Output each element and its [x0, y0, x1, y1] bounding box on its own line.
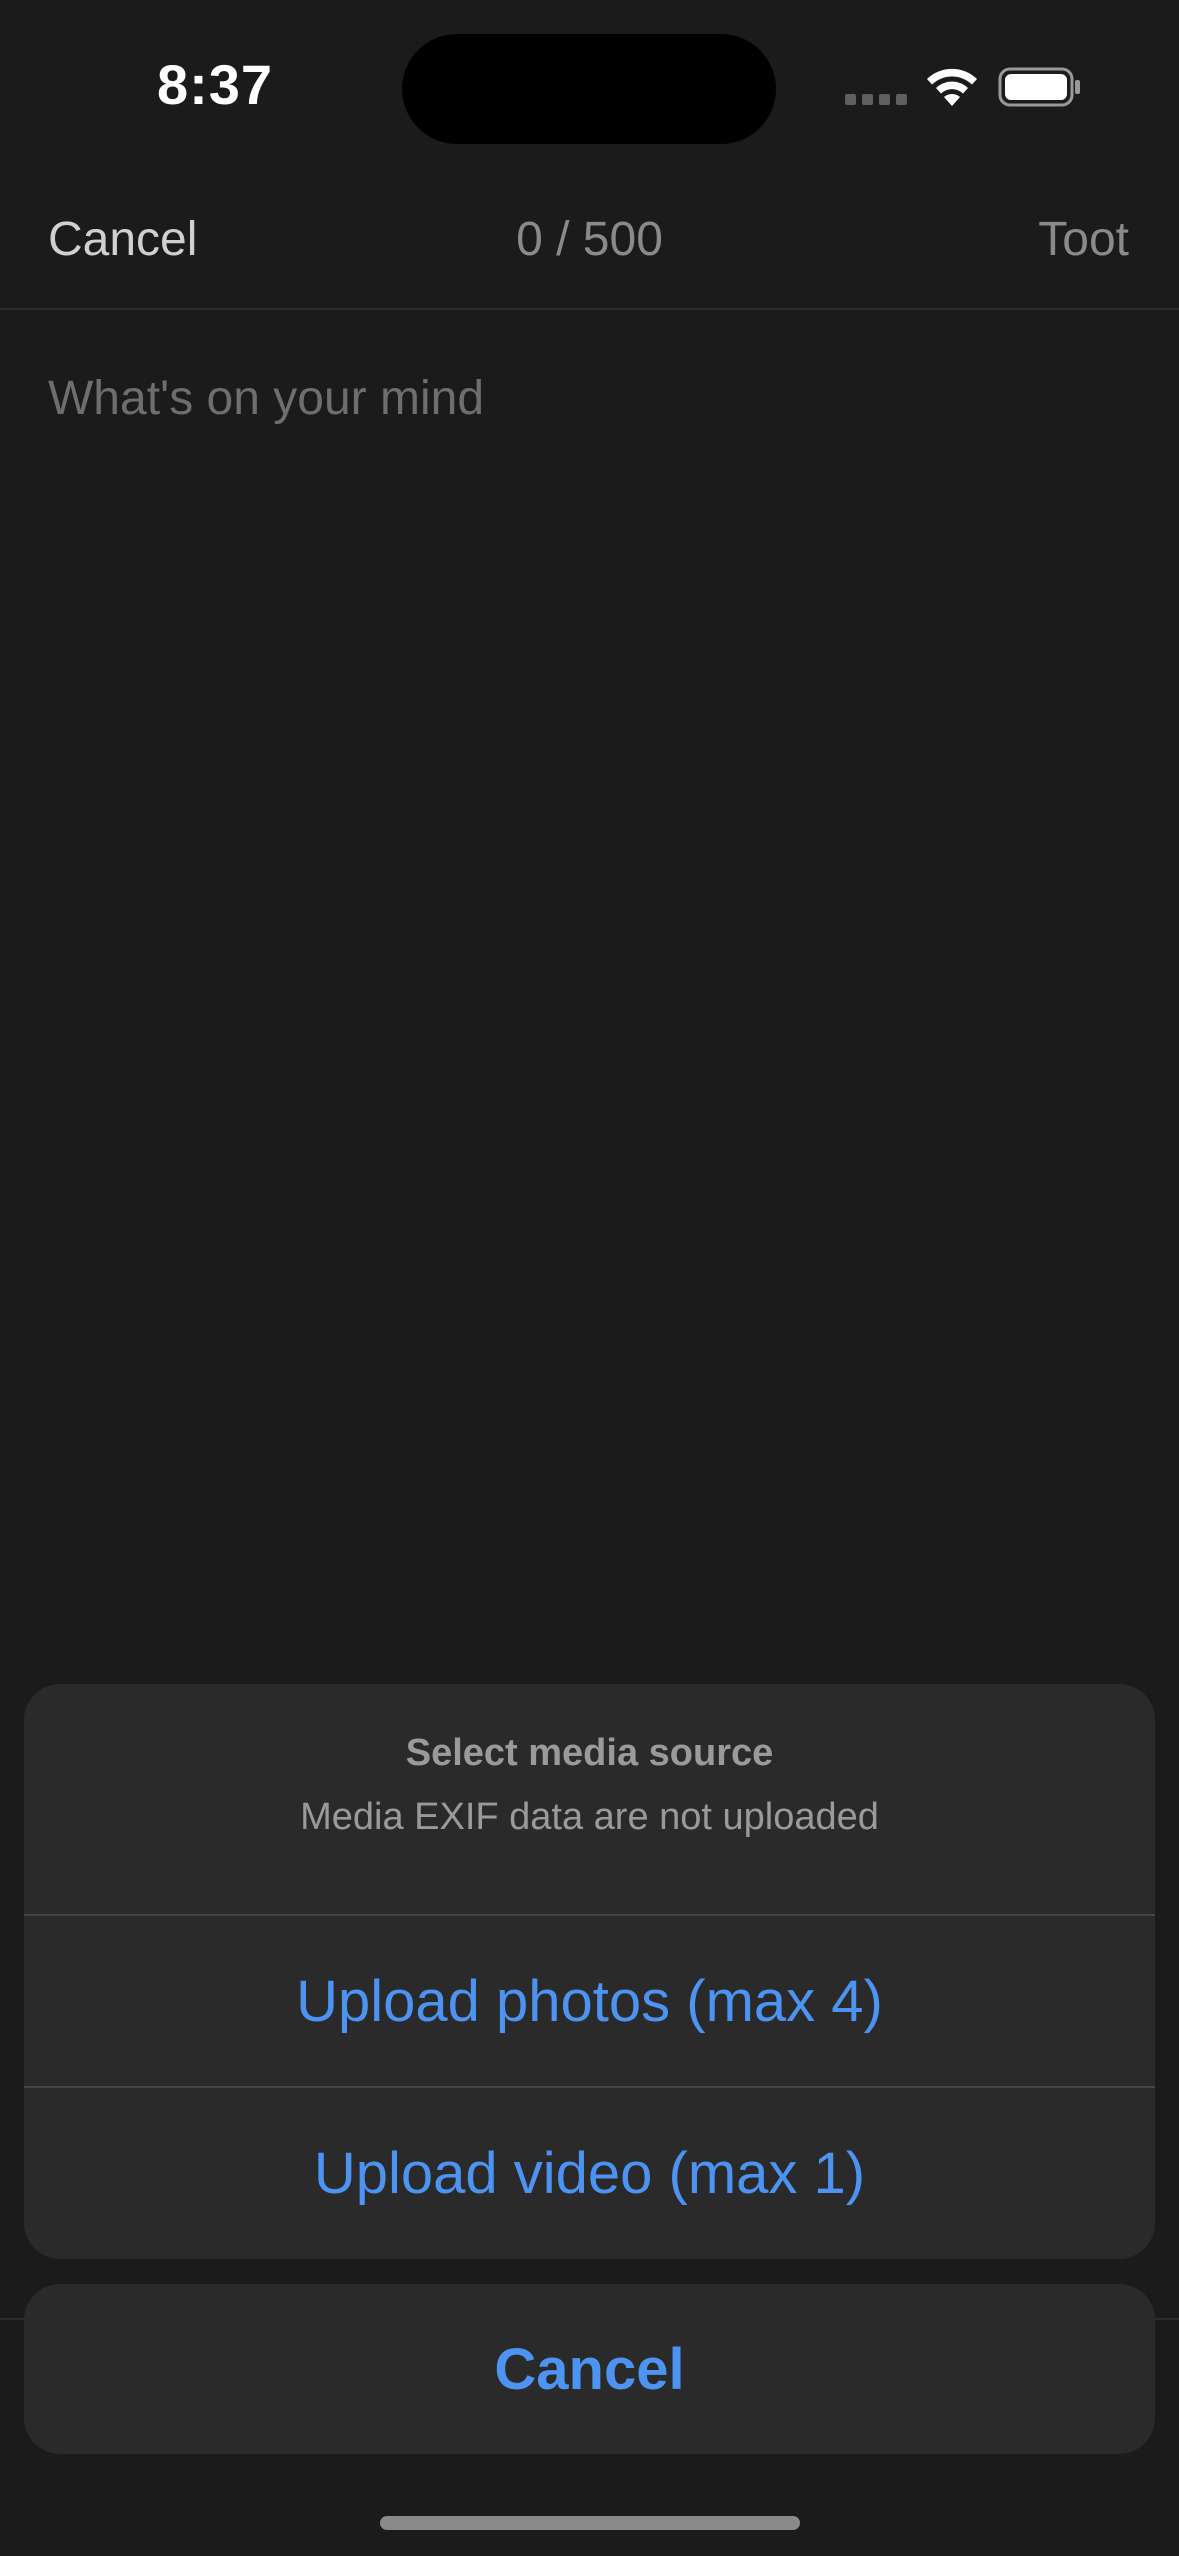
media-source-action-sheet: Select media source Media EXIF data are …: [24, 1684, 1155, 2259]
cellular-signal-icon: [845, 94, 907, 105]
character-counter: 0 / 500: [516, 213, 663, 266]
dynamic-island: [402, 34, 776, 144]
header-divider: [0, 308, 1179, 310]
battery-icon: [998, 67, 1080, 107]
status-time: 8:37: [156, 53, 274, 116]
action-sheet-cancel-button[interactable]: Cancel: [24, 2284, 1155, 2454]
upload-video-button[interactable]: Upload video (max 1): [24, 2088, 1155, 2258]
upload-photos-button[interactable]: Upload photos (max 4): [24, 1916, 1155, 2086]
toot-button[interactable]: Toot: [1038, 212, 1129, 267]
compose-input[interactable]: [48, 338, 1128, 458]
wifi-icon: [927, 68, 977, 106]
home-indicator[interactable]: [380, 2516, 800, 2530]
action-sheet-title: Select media source: [405, 1732, 774, 1774]
action-sheet-header: Select media source Media EXIF data are …: [24, 1684, 1155, 1914]
action-sheet-message: Media EXIF data are not uploaded: [300, 1796, 879, 1838]
